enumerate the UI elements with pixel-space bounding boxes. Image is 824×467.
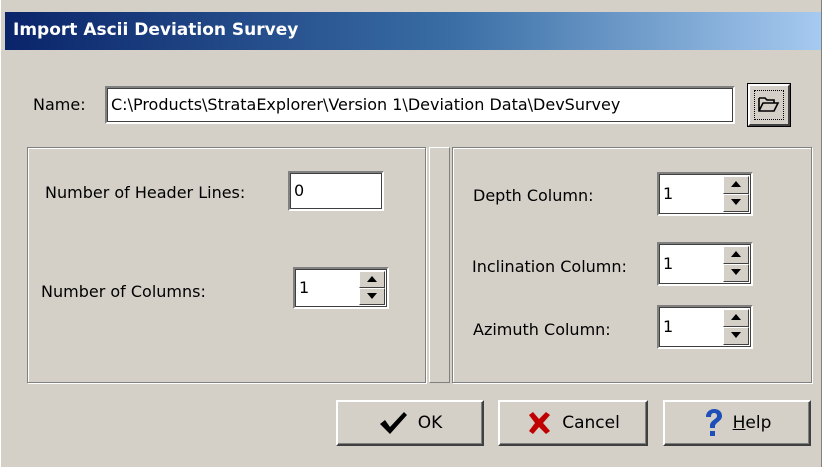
name-input[interactable]: C:\Products\StrataExplorer\Version 1\Dev… xyxy=(105,86,735,124)
panel-splitter[interactable] xyxy=(429,147,450,383)
inclination-column-spin xyxy=(723,246,749,282)
depth-spin-up[interactable] xyxy=(723,176,749,194)
azimuth-column-spin xyxy=(723,309,749,345)
columns-spin-up[interactable] xyxy=(359,271,385,288)
cancel-button[interactable]: Cancel xyxy=(498,400,648,446)
columns-spin xyxy=(359,271,385,305)
header-lines-label: Number of Header Lines: xyxy=(45,183,246,202)
header-lines-value: 0 xyxy=(294,181,305,200)
columns-stepper[interactable]: 1 xyxy=(293,267,389,309)
header-lines-input[interactable]: 0 xyxy=(288,171,384,211)
title-bar[interactable]: Import Ascii Deviation Survey xyxy=(5,12,821,50)
help-button[interactable]: Help xyxy=(663,400,811,446)
inclination-spin-down[interactable] xyxy=(723,264,749,282)
arrow-up-icon xyxy=(731,251,741,257)
ok-button[interactable]: OK xyxy=(336,400,484,446)
inclination-column-label: Inclination Column: xyxy=(472,257,627,276)
arrow-up-icon xyxy=(731,181,741,187)
azimuth-spin-up[interactable] xyxy=(723,309,749,327)
columns-label: Number of Columns: xyxy=(41,282,206,301)
depth-column-spin xyxy=(723,176,749,212)
inclination-column-stepper[interactable]: 1 xyxy=(657,242,753,286)
arrow-up-icon xyxy=(367,276,377,282)
depth-column-label: Depth Column: xyxy=(473,186,594,205)
help-label-rest: elp xyxy=(745,413,772,433)
columns-spin-down[interactable] xyxy=(359,288,385,305)
azimuth-column-stepper[interactable]: 1 xyxy=(657,305,753,349)
depth-spin-down[interactable] xyxy=(723,194,749,212)
checkmark-icon xyxy=(379,412,407,434)
browse-button[interactable] xyxy=(747,83,791,127)
dialog-window: Import Ascii Deviation Survey Name: C:\P… xyxy=(0,0,822,467)
arrow-down-icon xyxy=(731,332,741,338)
help-label: Help xyxy=(733,413,772,433)
azimuth-column-label: Azimuth Column: xyxy=(473,320,611,339)
help-question-icon xyxy=(705,409,722,436)
arrow-up-icon xyxy=(731,314,741,320)
window-title: Import Ascii Deviation Survey xyxy=(13,20,299,40)
name-label: Name: xyxy=(33,95,86,114)
ok-label: OK xyxy=(417,413,443,433)
cancel-x-icon xyxy=(529,412,551,434)
folder-open-icon xyxy=(758,97,780,112)
help-mnemonic: H xyxy=(732,413,746,433)
inclination-spin-up[interactable] xyxy=(723,246,749,264)
name-input-value: C:\Products\StrataExplorer\Version 1\Dev… xyxy=(111,95,621,114)
arrow-down-icon xyxy=(731,199,741,205)
arrow-down-icon xyxy=(731,269,741,275)
depth-column-stepper[interactable]: 1 xyxy=(657,172,753,216)
cancel-label: Cancel xyxy=(562,413,620,433)
arrow-down-icon xyxy=(367,293,377,299)
azimuth-spin-down[interactable] xyxy=(723,327,749,345)
